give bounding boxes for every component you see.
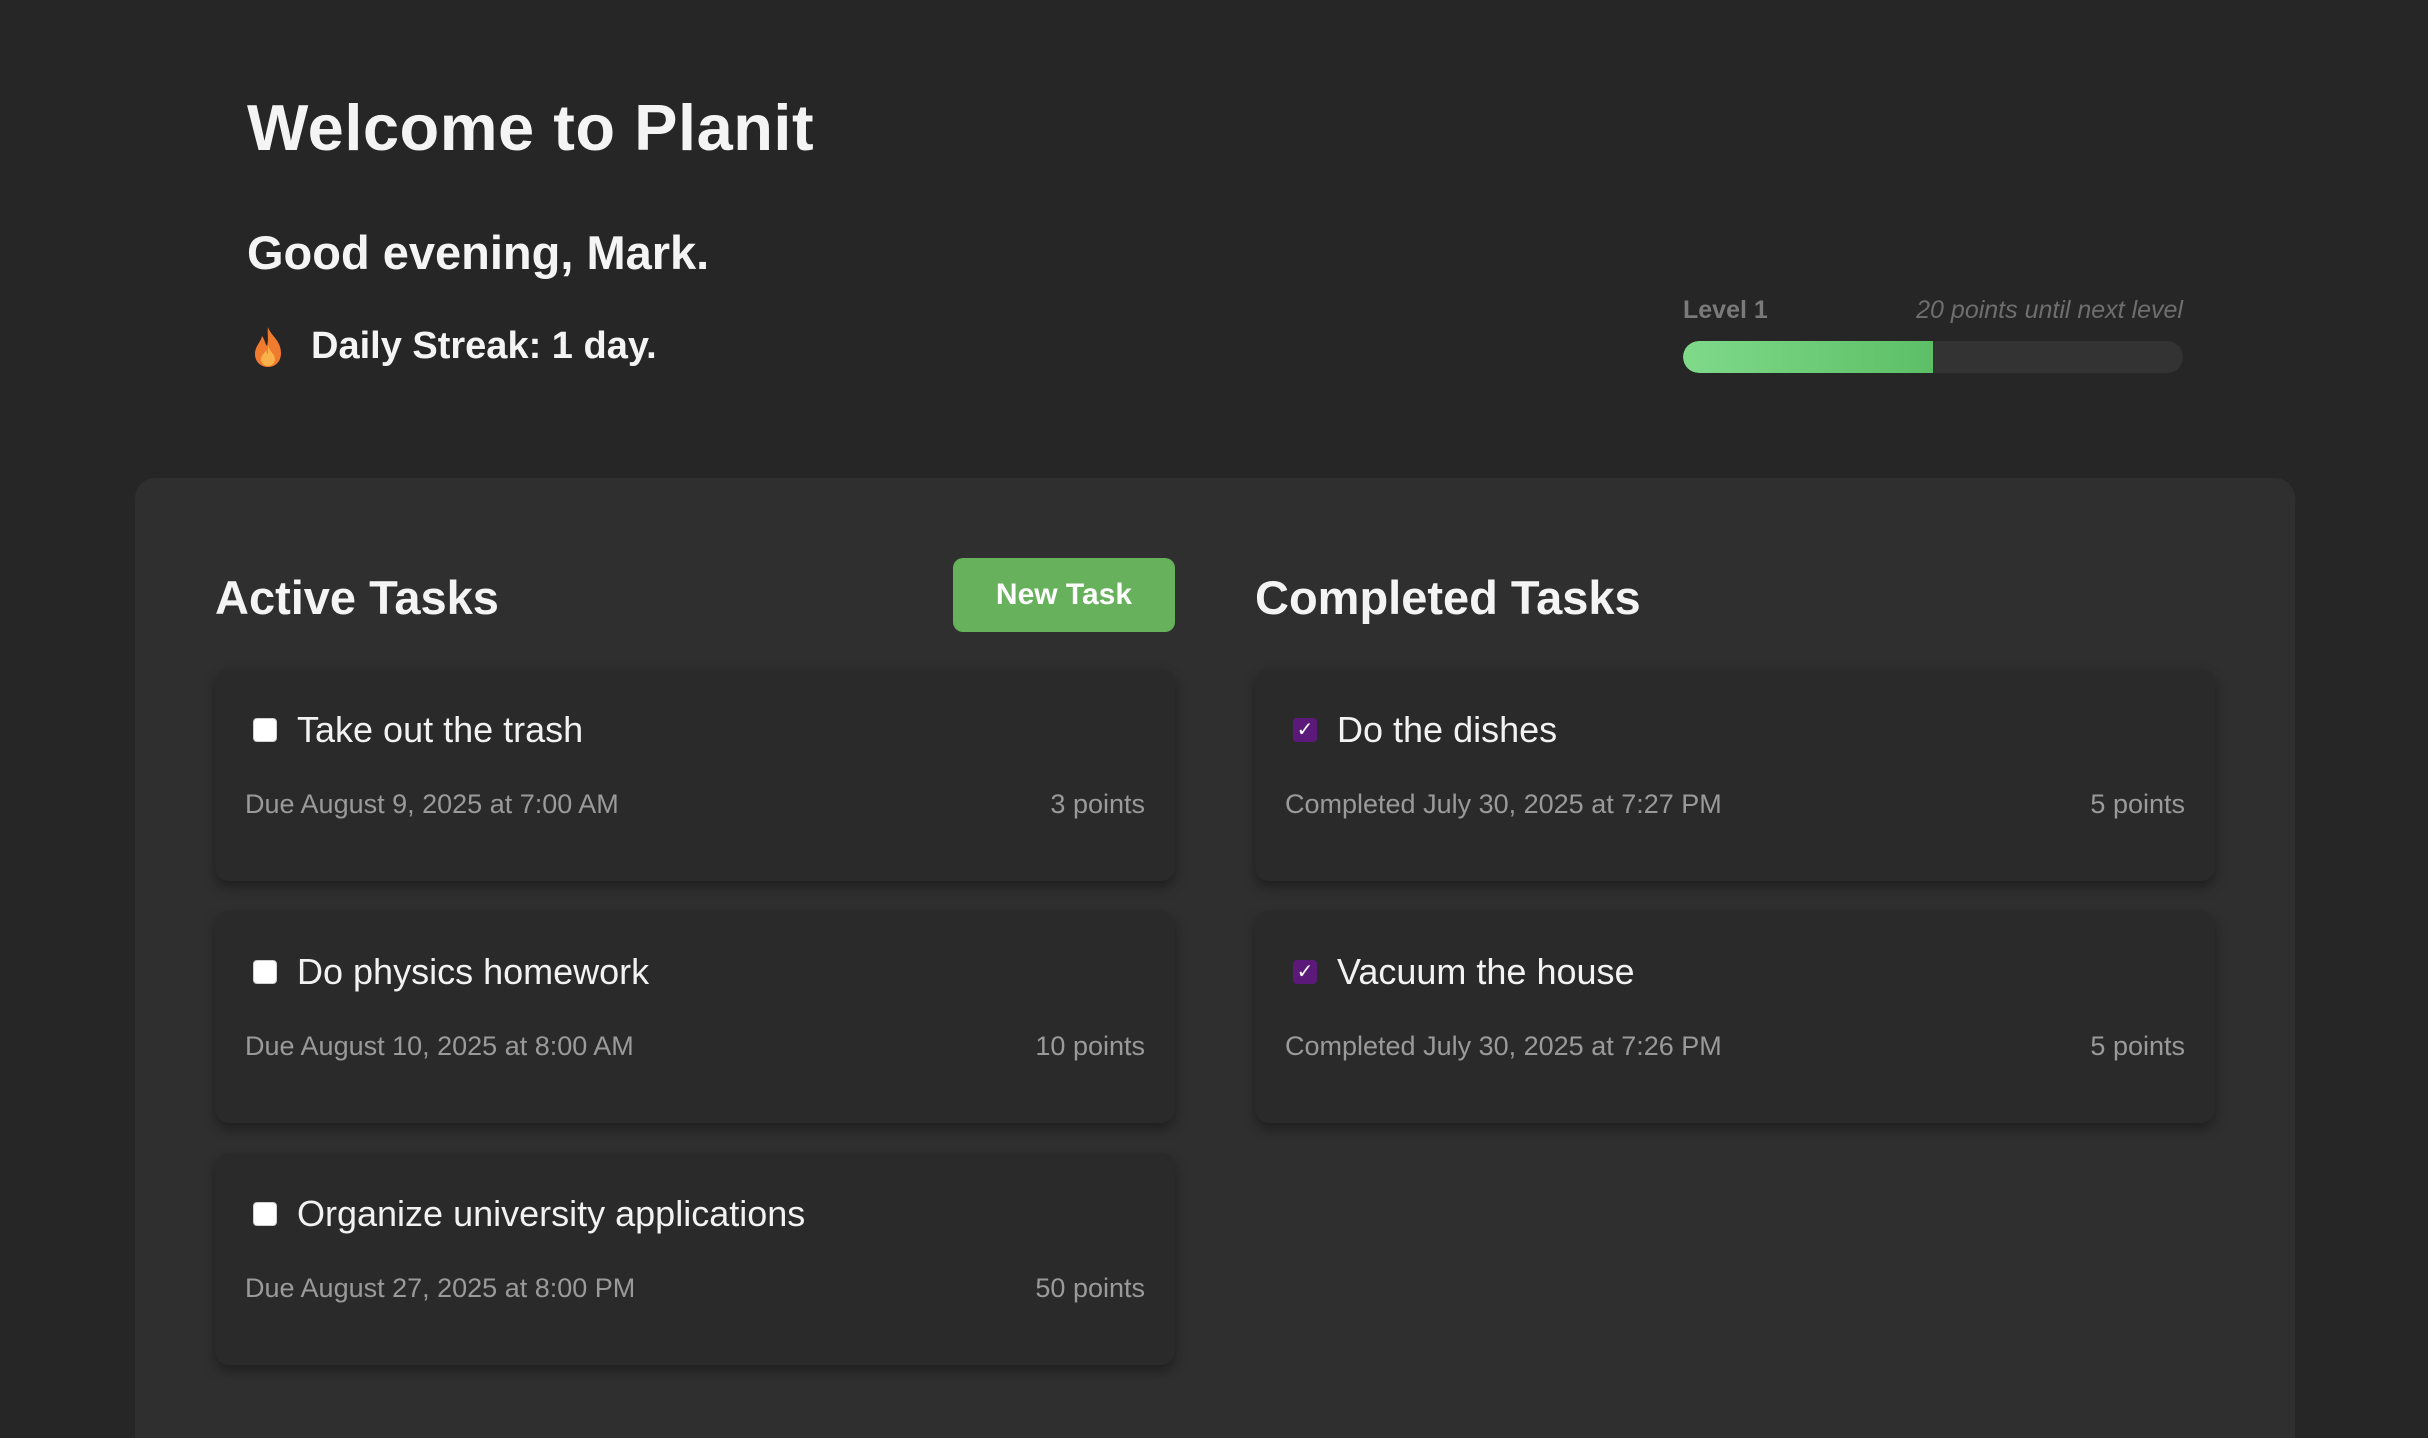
task-top: Take out the trash [253, 709, 583, 751]
planit-app: Welcome to Planit Good evening, Mark. Da… [0, 0, 2428, 1438]
task-top: Do physics homework [253, 951, 649, 993]
active-tasks-header: Active Tasks New Task [215, 558, 1175, 633]
task-completed-date: Completed July 30, 2025 at 7:26 PM [1285, 1031, 1722, 1061]
task-points: 5 points [2090, 789, 2185, 819]
task-meta: Due August 9, 2025 at 7:00 AM 3 points [245, 789, 1145, 820]
check-icon: ✓ [1296, 719, 1314, 741]
task-checkbox-checked[interactable]: ✓ [1293, 718, 1317, 742]
task-title: Take out the trash [297, 709, 584, 750]
task-due-date: Due August 9, 2025 at 7:00 AM [245, 789, 619, 819]
level-progress: Level 1 20 points until next level [1683, 296, 2183, 373]
task-meta: Due August 10, 2025 at 8:00 AM 10 points [245, 1031, 1145, 1062]
active-tasks-column: Active Tasks New Task Take out the trash… [215, 558, 1175, 1395]
header: Welcome to Planit Good evening, Mark. Da… [247, 0, 2187, 460]
task-title: Organize university applications [297, 1193, 806, 1234]
new-task-button[interactable]: New Task [953, 558, 1175, 632]
task-card: ✓ Do the dishes Completed July 30, 2025 … [1255, 669, 2215, 881]
check-icon: ✓ [1296, 961, 1314, 983]
task-points: 3 points [1050, 789, 1145, 819]
progress-bar-fill [1683, 341, 1933, 373]
task-meta: Completed July 30, 2025 at 7:26 PM 5 poi… [1285, 1031, 2185, 1062]
task-top: ✓ Do the dishes [1293, 709, 1557, 751]
progress-bar [1683, 341, 2183, 373]
task-checkbox-checked[interactable]: ✓ [1293, 960, 1317, 984]
task-card: Organize university applications Due Aug… [215, 1153, 1175, 1365]
task-card: ✓ Vacuum the house Completed July 30, 20… [1255, 911, 2215, 1123]
level-label: Level 1 [1683, 296, 1768, 324]
streak-text: Daily Streak: 1 day. [311, 325, 657, 367]
task-checkbox[interactable] [253, 1202, 277, 1226]
completed-tasks-column: Completed Tasks ✓ Do the dishes Complete… [1255, 558, 2215, 1153]
completed-tasks-title: Completed Tasks [1255, 571, 1641, 624]
task-points: 10 points [1035, 1031, 1145, 1061]
points-until-next-level: 20 points until next level [1916, 296, 2183, 324]
completed-tasks-header: Completed Tasks [1255, 558, 2215, 633]
daily-streak: Daily Streak: 1 day. [251, 325, 657, 368]
task-title: Do physics homework [297, 951, 650, 992]
completed-task-list: ✓ Do the dishes Completed July 30, 2025 … [1255, 669, 2215, 1123]
task-meta: Due August 27, 2025 at 8:00 PM 50 points [245, 1273, 1145, 1304]
greeting: Good evening, Mark. [247, 226, 710, 279]
task-completed-date: Completed July 30, 2025 at 7:27 PM [1285, 789, 1722, 819]
level-row: Level 1 20 points until next level [1683, 296, 2183, 325]
active-task-list: Take out the trash Due August 9, 2025 at… [215, 669, 1175, 1365]
task-card: Take out the trash Due August 9, 2025 at… [215, 669, 1175, 881]
task-checkbox[interactable] [253, 718, 277, 742]
tasks-panel: Active Tasks New Task Take out the trash… [135, 478, 2295, 1438]
task-top: ✓ Vacuum the house [1293, 951, 1635, 993]
task-due-date: Due August 27, 2025 at 8:00 PM [245, 1273, 636, 1303]
task-title: Vacuum the house [1337, 951, 1635, 992]
task-checkbox[interactable] [253, 960, 277, 984]
active-tasks-title: Active Tasks [215, 571, 499, 624]
page-title: Welcome to Planit [247, 91, 815, 164]
task-top: Organize university applications [253, 1193, 805, 1235]
task-due-date: Due August 10, 2025 at 8:00 AM [245, 1031, 634, 1061]
task-points: 5 points [2090, 1031, 2185, 1061]
task-title: Do the dishes [1337, 709, 1558, 750]
task-points: 50 points [1035, 1273, 1145, 1303]
fire-icon [251, 326, 285, 368]
task-meta: Completed July 30, 2025 at 7:27 PM 5 poi… [1285, 789, 2185, 820]
task-card: Do physics homework Due August 10, 2025 … [215, 911, 1175, 1123]
